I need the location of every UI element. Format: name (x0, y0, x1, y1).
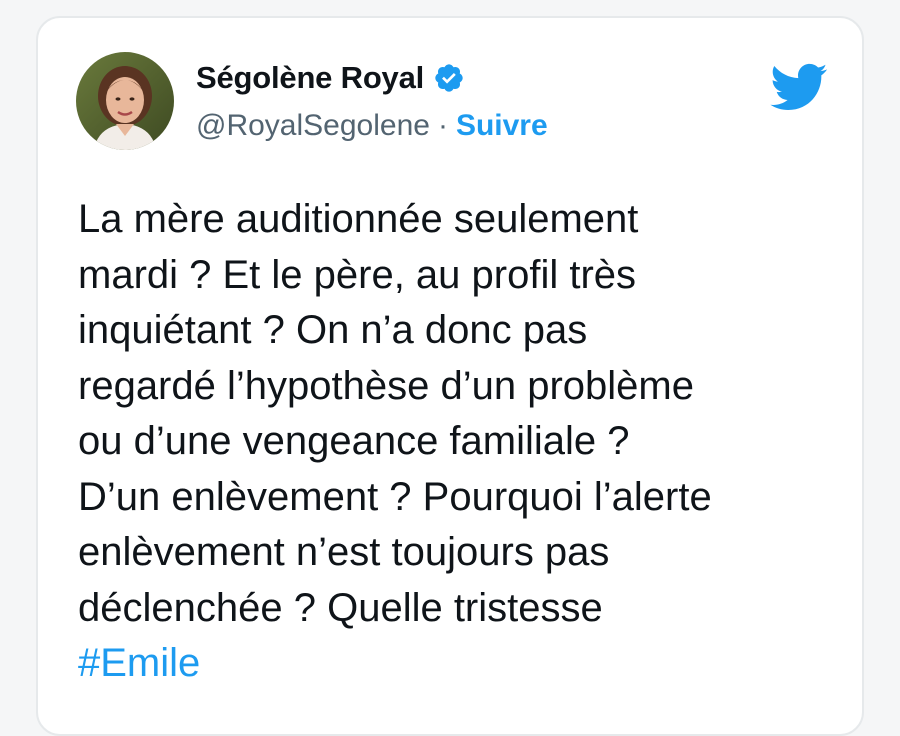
avatar-image (76, 52, 174, 150)
hashtag-link[interactable]: #Emile (78, 636, 838, 692)
twitter-bird-icon[interactable] (768, 62, 828, 112)
separator-dot: · (437, 109, 448, 142)
author-name[interactable]: Ségolène Royal (196, 60, 424, 96)
tweet-text-line: La mère auditionnée seulement (78, 197, 639, 241)
tweet-text-line: mardi ? Et le père, au profil très (78, 252, 637, 297)
avatar[interactable] (76, 52, 174, 150)
tweet-text-line: D’un enlèvement ? Pourquoi l’alerte (78, 474, 712, 519)
author-handle-row: @RoyalSegolene · Suivre (196, 108, 548, 144)
tweet-text-line: enlèvement n’est toujours pas (78, 530, 610, 574)
author-name-row: Ségolène Royal (196, 60, 465, 96)
tweet-text-line: regardé l’hypothèse d’un problème (78, 363, 694, 408)
author-handle[interactable]: @RoyalSegolene (196, 109, 430, 143)
tweet-text-line: déclenchée ? Quelle tristesse (78, 585, 603, 630)
tweet-card[interactable]: Ségolène Royal @RoyalSegolene · Suivre L… (36, 16, 864, 736)
verified-badge-icon (435, 64, 463, 92)
tweet-text-line: inquiétant ? On n’a donc pas (78, 308, 588, 352)
tweet-text: La mère auditionnée seulement mardi ? Et… (78, 192, 838, 692)
follow-button[interactable]: Suivre (456, 109, 548, 143)
tweet-text-line: ou d’une vengeance familiale ? (78, 419, 630, 463)
